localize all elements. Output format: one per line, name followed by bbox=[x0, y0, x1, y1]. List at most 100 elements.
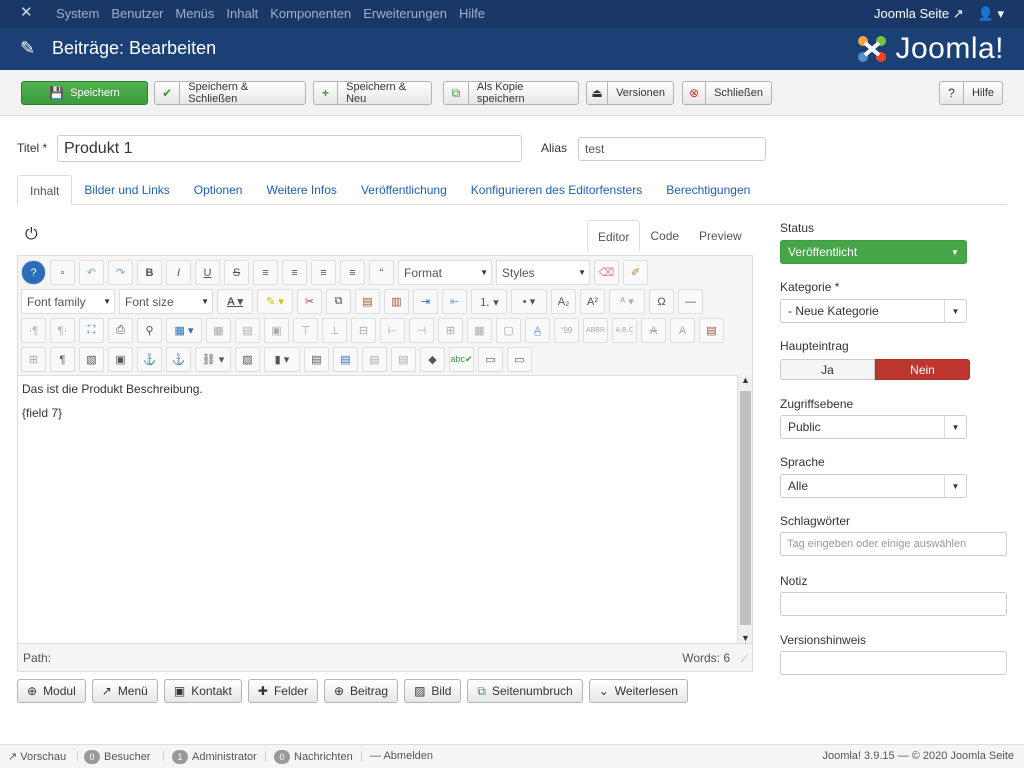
paste-icon[interactable]: ▤ bbox=[355, 289, 380, 314]
menu-button[interactable]: ↗ Menü bbox=[91, 679, 158, 703]
new-page-icon[interactable]: ▤ bbox=[333, 347, 358, 372]
special-char-icon[interactable]: Ω bbox=[649, 289, 674, 314]
strikethrough-icon[interactable]: S bbox=[224, 260, 249, 285]
pagebreak-icon[interactable]: ▭ bbox=[478, 347, 503, 372]
anchor-icon[interactable]: ⚓ bbox=[137, 347, 162, 372]
delete-col-icon[interactable]: ⊞ bbox=[438, 318, 463, 343]
access-select[interactable]: Public ▼ bbox=[780, 415, 967, 439]
outdent-icon[interactable]: ⇤ bbox=[442, 289, 467, 314]
save-copy-button[interactable]: ⧉ Als Kopie speichern bbox=[443, 81, 579, 105]
menu-users[interactable]: Benutzer bbox=[111, 6, 163, 21]
image-placeholder-icon[interactable]: ▣ bbox=[108, 347, 133, 372]
title-input[interactable]: Produkt 1 bbox=[57, 135, 522, 162]
insert-row-before-icon[interactable]: ⊤ bbox=[293, 318, 318, 343]
font-family-select[interactable]: Font family ▼ bbox=[21, 289, 115, 314]
align-center-icon[interactable]: ≡ bbox=[282, 260, 307, 285]
tab-publishing[interactable]: Veröffentlichung bbox=[349, 175, 459, 205]
scrollbar-thumb[interactable] bbox=[740, 391, 751, 625]
help-button[interactable]: ? Hilfe bbox=[939, 81, 1003, 105]
bold-icon[interactable]: B bbox=[137, 260, 162, 285]
joomla-logo-icon[interactable]: ✕ bbox=[20, 5, 33, 21]
alias-input[interactable]: test bbox=[578, 137, 766, 161]
copy-icon[interactable]: ⧉ bbox=[326, 289, 351, 314]
tab-editor[interactable]: Editor bbox=[587, 220, 641, 251]
featured-no-button[interactable]: Nein bbox=[875, 359, 970, 380]
merge-cells-icon[interactable]: ▢ bbox=[496, 318, 521, 343]
article-button[interactable]: ⊕ Beitrag bbox=[323, 679, 399, 703]
preview-link[interactable]: ↗ Vorschau bbox=[8, 750, 66, 763]
tab-editor-config[interactable]: Konfigurieren des Editorfensters bbox=[459, 175, 654, 205]
status-select[interactable]: Veröffentlicht ▼ bbox=[780, 240, 967, 264]
note-input[interactable] bbox=[780, 592, 1007, 616]
italic-icon[interactable]: I bbox=[166, 260, 191, 285]
fields-button[interactable]: ✚ Felder bbox=[247, 679, 318, 703]
tab-more-info[interactable]: Weitere Infos bbox=[254, 175, 348, 205]
visitors-status[interactable]: 0 Besucher bbox=[84, 750, 150, 764]
insert-col-before-icon[interactable]: ⊢ bbox=[380, 318, 405, 343]
superscript-icon[interactable]: A² bbox=[580, 289, 605, 314]
text-color-icon[interactable]: A ▾ bbox=[217, 289, 253, 314]
insert-image-icon[interactable]: ▨ bbox=[235, 347, 260, 372]
highlight-color-icon[interactable]: ✎ ▾ bbox=[257, 289, 293, 314]
pagebreak-button[interactable]: ⧉ Seitenumbruch bbox=[467, 679, 583, 703]
cite-icon[interactable]: “99 bbox=[554, 318, 579, 343]
featured-yes-button[interactable]: Ja bbox=[780, 359, 875, 380]
menu-extensions[interactable]: Erweiterungen bbox=[363, 6, 447, 21]
table-row-props-icon[interactable]: ▤ bbox=[235, 318, 260, 343]
attributes-icon[interactable]: ▤ bbox=[699, 318, 724, 343]
versions-button[interactable]: ⏏ Versionen bbox=[586, 81, 674, 105]
help-circle-icon[interactable]: ? bbox=[21, 260, 46, 285]
visualaid-icon[interactable]: ⊞ bbox=[21, 347, 46, 372]
scroll-up-icon[interactable]: ▲ bbox=[741, 375, 750, 385]
contact-button[interactable]: ▣ Kontakt bbox=[163, 679, 242, 703]
fullscreen-icon[interactable]: ⛶ bbox=[79, 318, 104, 343]
media-icon[interactable]: ▮ ▾ bbox=[264, 347, 300, 372]
new-document-icon[interactable]: ▫ bbox=[50, 260, 75, 285]
editor-scrollbar[interactable]: ▲ ▼ bbox=[737, 375, 752, 643]
spellcheck-icon[interactable]: abc✔ bbox=[449, 347, 474, 372]
unlink-icon[interactable]: ⚓ bbox=[166, 347, 191, 372]
insert-col-after-icon[interactable]: ⊣ bbox=[409, 318, 434, 343]
undo-icon[interactable]: ↶ bbox=[79, 260, 104, 285]
resize-handle-icon[interactable]: ⟋ bbox=[741, 654, 748, 665]
blockquote-icon[interactable]: “ bbox=[369, 260, 394, 285]
redo-icon[interactable]: ↷ bbox=[108, 260, 133, 285]
messages-status[interactable]: 0 Nachrichten bbox=[274, 750, 353, 764]
close-button[interactable]: ⊗ Schließen bbox=[682, 81, 772, 105]
format-select[interactable]: Format ▼ bbox=[398, 260, 492, 285]
tags-input[interactable]: Tag eingeben oder einige auswählen bbox=[780, 532, 1007, 556]
language-icon[interactable]: ᴬ ▾ bbox=[609, 289, 645, 314]
toggle-editor-icon[interactable]: ⏻ bbox=[25, 226, 38, 244]
menu-components[interactable]: Komponenten bbox=[270, 6, 351, 21]
tab-preview[interactable]: Preview bbox=[689, 220, 752, 251]
delete-row-icon[interactable]: ⊟ bbox=[351, 318, 376, 343]
template-icon[interactable]: ▧ bbox=[79, 347, 104, 372]
del-icon[interactable]: A bbox=[641, 318, 666, 343]
brush-icon[interactable]: ✐ bbox=[623, 260, 648, 285]
table-delete-icon[interactable]: ▦ bbox=[206, 318, 231, 343]
logout-link[interactable]: — Abmelden bbox=[370, 750, 433, 762]
align-right-icon[interactable]: ≡ bbox=[340, 260, 365, 285]
category-select[interactable]: - Neue Kategorie ▼ bbox=[780, 299, 967, 323]
save-button[interactable]: 💾 Speichern bbox=[21, 81, 148, 105]
indent-icon[interactable]: ⇥ bbox=[413, 289, 438, 314]
insert-row-after-icon[interactable]: ⊥ bbox=[322, 318, 347, 343]
show-blocks-icon[interactable]: ¶ bbox=[50, 347, 75, 372]
tab-permissions[interactable]: Berechtigungen bbox=[654, 175, 762, 205]
module-button[interactable]: ⊕ Modul bbox=[17, 679, 86, 703]
ins-icon[interactable]: A bbox=[670, 318, 695, 343]
tab-content[interactable]: Inhalt bbox=[17, 175, 73, 205]
search-replace-icon[interactable]: ⚲ bbox=[137, 318, 162, 343]
eraser-icon[interactable]: ⌫ bbox=[594, 260, 619, 285]
print-icon[interactable]: ⎙ bbox=[108, 318, 133, 343]
align-justify-icon[interactable]: ≡ bbox=[253, 260, 278, 285]
shapes-icon[interactable]: ◆ bbox=[420, 347, 445, 372]
table-cell-props-icon[interactable]: ▣ bbox=[264, 318, 289, 343]
save-close-button[interactable]: ✔ Speichern & Schließen bbox=[154, 81, 306, 105]
tab-options[interactable]: Optionen bbox=[182, 175, 255, 205]
ltr-icon[interactable]: ·¶ bbox=[21, 318, 46, 343]
tab-code[interactable]: Code bbox=[640, 220, 689, 251]
remove-format-icon[interactable]: ▤ bbox=[391, 347, 416, 372]
tab-images-links[interactable]: Bilder und Links bbox=[72, 175, 181, 205]
split-cells-icon[interactable]: ▦ bbox=[467, 318, 492, 343]
